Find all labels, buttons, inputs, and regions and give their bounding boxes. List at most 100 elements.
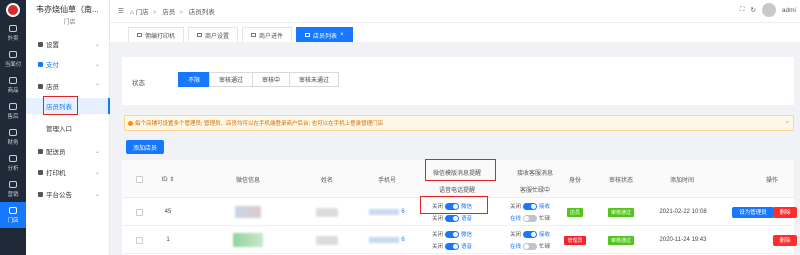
menu-courier[interactable]: 配送员 ⌄ bbox=[26, 143, 110, 159]
close-icon[interactable]: × bbox=[786, 120, 789, 126]
tab-merchant-onboarding[interactable]: 商户进件 bbox=[242, 27, 293, 42]
cell-status: 审核通过 bbox=[598, 226, 644, 254]
recv-msg-switch[interactable]: 关闭 接收 bbox=[510, 230, 550, 238]
cell-delete-btn: 删除 bbox=[772, 198, 798, 226]
rail-item-marketing[interactable]: 营销 bbox=[0, 176, 26, 202]
toggle-switch[interactable] bbox=[523, 230, 538, 238]
rail-item-analytics[interactable]: 分析 bbox=[0, 150, 26, 176]
refresh-icon[interactable]: ↻ bbox=[750, 6, 755, 14]
alert-text: 每个店铺可设置多个管理员; 管理员、店员均可以在手机端登录商户后台; 也可以在手… bbox=[135, 121, 384, 127]
secondary-sidebar: 韦亦烧仙草（南... 门店 设置 ⌄ 支付 ⌄ 店员 ⌃ 店员列表 管理入口 配送员 ⌄… bbox=[26, 0, 110, 255]
switch-on-label: 忙碌 bbox=[539, 244, 551, 250]
warning-icon bbox=[128, 120, 133, 126]
switch-on-label: 语音 bbox=[461, 216, 473, 222]
rail-item-label: 售后 bbox=[7, 113, 19, 120]
cell-time: 2021-02-22 10:08 bbox=[659, 209, 707, 215]
busy-switch[interactable]: 在线 忙碌 bbox=[510, 214, 550, 222]
tab-merchant-settings[interactable]: 商户设置 bbox=[188, 27, 239, 42]
close-icon[interactable]: × bbox=[340, 32, 344, 38]
switch-off-label: 关闭 bbox=[510, 232, 522, 238]
switch-off-label: 关闭 bbox=[432, 244, 444, 250]
set-admin-button[interactable]: 设为管理员 bbox=[732, 206, 774, 218]
breadcrumb-item[interactable]: 门店 bbox=[136, 9, 149, 16]
username[interactable]: admi bbox=[782, 7, 796, 14]
phone-blurred: 6 bbox=[369, 209, 405, 215]
filter-option-pending[interactable]: 审核中 bbox=[252, 72, 291, 87]
tab-label: 商户进件 bbox=[259, 33, 284, 40]
row-checkbox[interactable] bbox=[135, 208, 143, 216]
status-filter: 不限 审核通过 审核中 审核未通过 bbox=[178, 72, 340, 87]
status-badge: 审核通过 bbox=[607, 235, 634, 245]
brand-logo[interactable] bbox=[0, 0, 26, 20]
toggle-switch[interactable] bbox=[523, 242, 538, 250]
toggle-switch[interactable] bbox=[445, 242, 460, 250]
rail-item-label: 商品 bbox=[7, 87, 19, 94]
col-name: 姓名 bbox=[320, 177, 333, 184]
breadcrumb-sep: > bbox=[152, 9, 157, 16]
toggle-switch[interactable] bbox=[523, 202, 538, 210]
info-alert: 每个店铺可设置多个管理员; 管理员、店员均可以在手机端登录商户后台; 也可以在手… bbox=[124, 115, 794, 131]
breadcrumb: ⌂ 门店 > 店员 > 店员列表 bbox=[130, 6, 215, 16]
menu-payment[interactable]: 支付 ⌄ bbox=[26, 56, 110, 72]
rail-item-aftersale[interactable]: 售后 bbox=[0, 98, 26, 124]
voice-notify-switch[interactable]: 关闭 语音 bbox=[432, 214, 472, 222]
breadcrumb-current: 店员列表 bbox=[188, 9, 215, 16]
top-bar: ☰ ⌂ 门店 > 店员 > 店员列表 ⛶ ↻ admi bbox=[110, 0, 800, 22]
delete-button[interactable]: 删除 bbox=[773, 206, 797, 218]
col-id[interactable]: ID ⇕ bbox=[154, 160, 182, 198]
wechat-notify-switch[interactable]: 关闭 微信 bbox=[432, 230, 472, 238]
select-all-checkbox[interactable] bbox=[135, 175, 143, 183]
rail-item-label: 当面付 bbox=[4, 61, 22, 68]
logo-mark bbox=[6, 3, 20, 17]
collapse-menu-icon[interactable]: ☰ bbox=[118, 7, 124, 15]
phone-blur-mask bbox=[369, 209, 400, 215]
recv-msg-switch[interactable]: 关闭 接收 bbox=[510, 202, 550, 210]
switch-off-label: 在线 bbox=[510, 244, 522, 250]
col-phone: 手机号 bbox=[377, 177, 396, 184]
menu-announcement[interactable]: 平台公告 ⌄ bbox=[26, 186, 110, 202]
menu-settings[interactable]: 设置 ⌄ bbox=[26, 36, 110, 52]
payment-icon bbox=[38, 61, 43, 67]
busy-switch[interactable]: 在线 忙碌 bbox=[510, 242, 550, 250]
add-clerk-button[interactable]: 添加店员 bbox=[126, 140, 165, 154]
switch-on-label: 微信 bbox=[461, 232, 473, 238]
tab-clerk-list[interactable]: 店员列表 × bbox=[296, 27, 353, 42]
breadcrumb-item[interactable]: 店员 bbox=[162, 9, 175, 16]
switch-off-label: 关闭 bbox=[432, 232, 444, 238]
tab-printer[interactable]: 佣编打印机 bbox=[128, 27, 185, 42]
home-icon: ⌂ bbox=[129, 9, 134, 16]
chevron-down-icon: ⌄ bbox=[94, 61, 100, 68]
chevron-down-icon: ⌄ bbox=[94, 148, 100, 155]
cell-time: 2020-11-24 19:43 bbox=[659, 237, 707, 243]
row-checkbox[interactable] bbox=[135, 236, 143, 244]
voice-notify-switch[interactable]: 关闭 语音 bbox=[432, 242, 472, 250]
toggle-switch[interactable] bbox=[523, 214, 538, 222]
rail-item-goods[interactable]: 商品 bbox=[0, 72, 26, 98]
rail-item-finance[interactable]: 财务 bbox=[0, 124, 26, 150]
filter-option-rejected[interactable]: 审核未通过 bbox=[289, 72, 340, 87]
filter-label: 状态 bbox=[132, 80, 145, 87]
select-all-cell bbox=[132, 160, 146, 198]
toggle-switch[interactable] bbox=[445, 230, 460, 238]
rail-item-qrpay[interactable]: 当面付 bbox=[0, 46, 26, 72]
delete-button[interactable]: 删除 bbox=[773, 234, 797, 246]
toggle-switch[interactable] bbox=[445, 214, 460, 222]
table-row: 1 6 关闭 微信 关闭 语音 关闭 接收 在线 忙碌 管理员 审核通过 2020-11… bbox=[122, 226, 797, 254]
fullscreen-icon[interactable]: ⛶ bbox=[740, 6, 745, 14]
switch-on-label: 语音 bbox=[461, 244, 473, 250]
cell-name bbox=[302, 198, 352, 226]
filter-option-all[interactable]: 不限 bbox=[178, 72, 211, 87]
menu-printer[interactable]: 打印机 ⌄ bbox=[26, 164, 110, 180]
avatar[interactable] bbox=[761, 3, 776, 17]
submenu-admin-entry[interactable]: 管理入口 bbox=[26, 120, 110, 136]
rail-item-takeout[interactable]: 外卖 bbox=[0, 20, 26, 46]
col-ops: 操作 bbox=[765, 177, 778, 184]
topbar-right: ⛶ ↻ admi bbox=[740, 3, 796, 17]
switch-off-label: 在线 bbox=[510, 216, 522, 222]
highlight-box-wechat-switch bbox=[420, 196, 488, 214]
goods-icon bbox=[9, 76, 17, 84]
filter-option-approved[interactable]: 审核通过 bbox=[209, 72, 254, 87]
rail-item-store[interactable]: 门店 bbox=[0, 202, 26, 228]
cell-admin-btn: 设为管理员 bbox=[728, 198, 778, 226]
menu-clerk[interactable]: 店员 ⌃ bbox=[26, 78, 110, 94]
